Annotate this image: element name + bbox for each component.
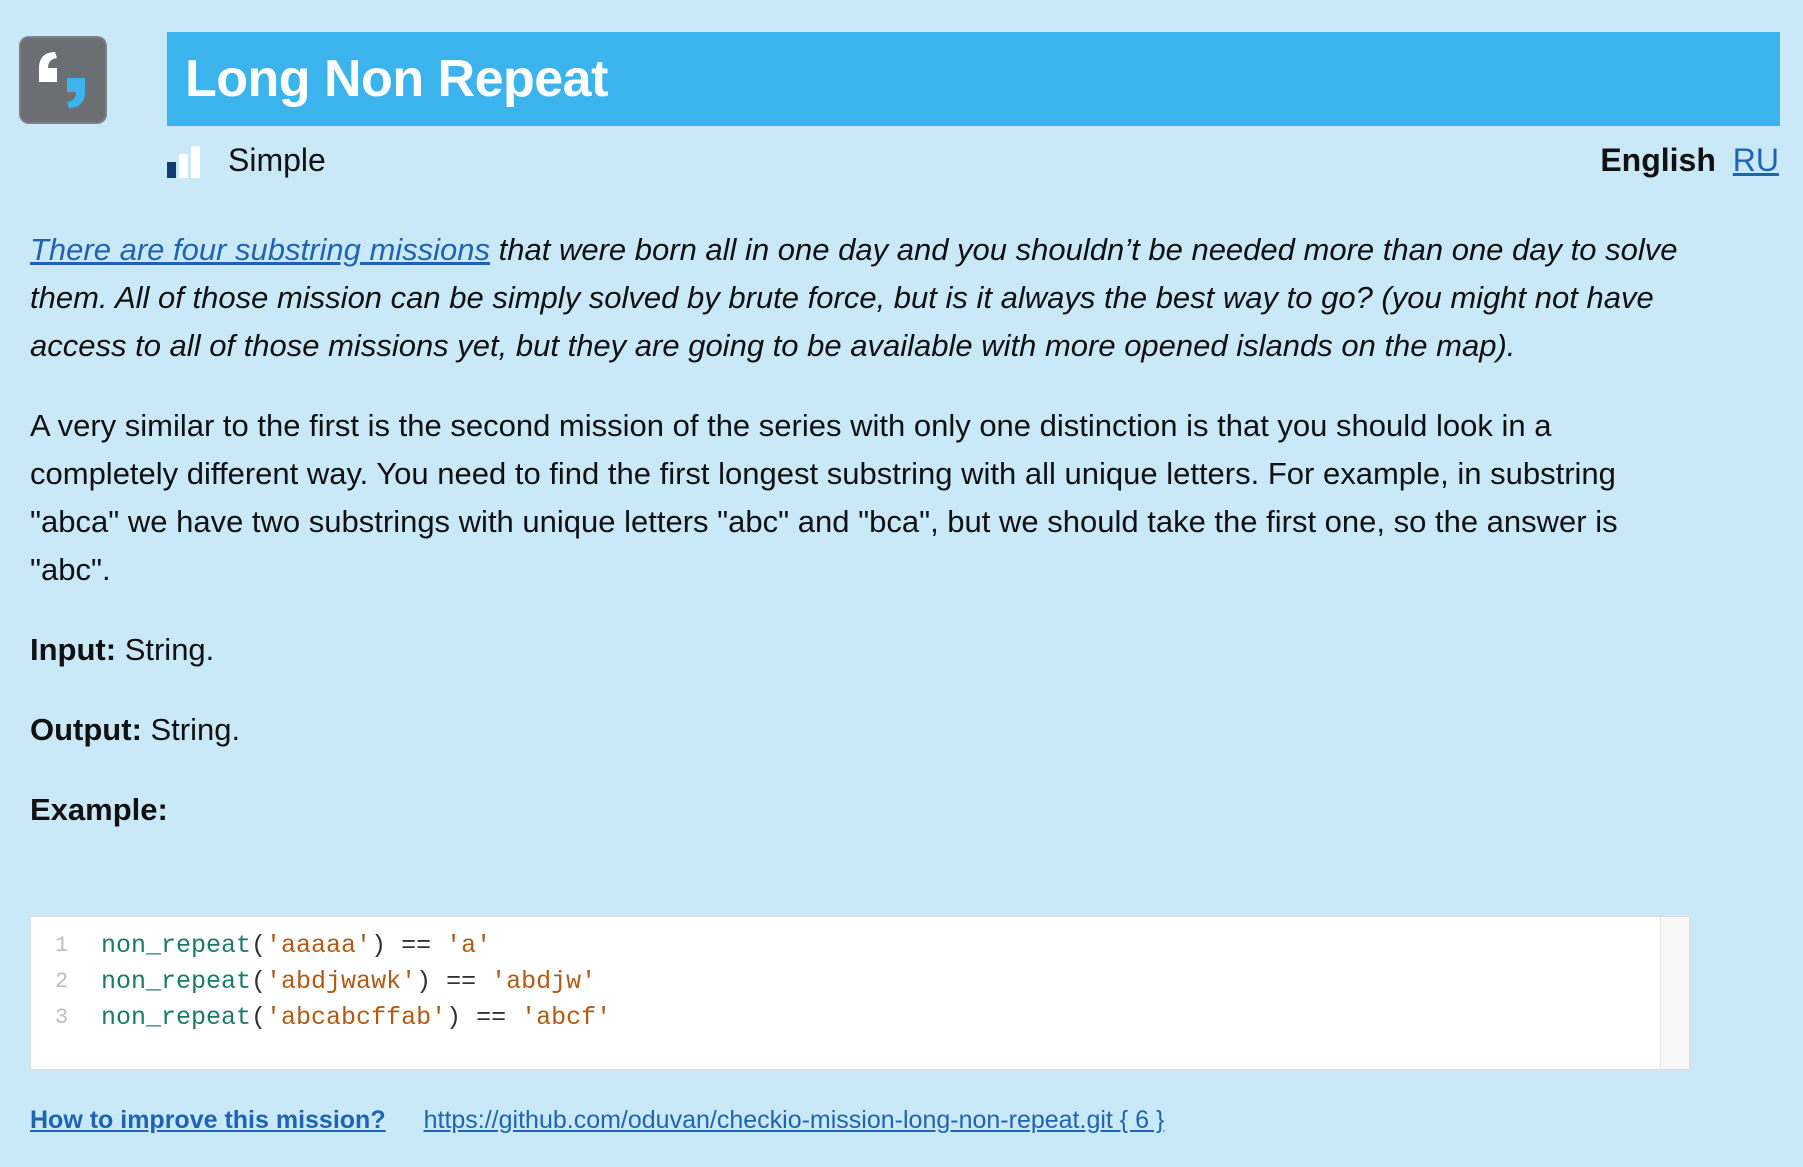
input-label: Input:: [30, 632, 117, 667]
code-function: non_repeat: [101, 930, 252, 960]
difficulty-indicator: Simple: [167, 142, 326, 179]
title-bar: Long Non Repeat: [167, 32, 1780, 126]
line-number: 3: [55, 1004, 69, 1030]
difficulty-bars-icon: [167, 144, 200, 178]
code-line: 2 non_repeat('abdjwawk') == 'abdjw': [31, 963, 1689, 999]
quote-logo-icon: [39, 52, 85, 108]
mission-description: There are four substring missions that w…: [30, 226, 1690, 866]
difficulty-label: Simple: [228, 142, 326, 178]
code-argument: 'abcabcffab': [266, 1002, 447, 1032]
difficulty-bar-3: [191, 145, 200, 178]
code-result: 'abcf': [521, 1002, 612, 1032]
code-paren: ): [446, 1002, 462, 1032]
language-switcher: English RU: [1600, 142, 1779, 179]
code-result: 'a': [446, 930, 492, 960]
code-example[interactable]: 1 non_repeat('aaaaa') == 'a' 2 non_repea…: [30, 916, 1690, 1070]
input-spec: Input: String.: [30, 626, 1690, 674]
language-current: English: [1600, 142, 1716, 178]
page-title: Long Non Repeat: [185, 50, 608, 108]
example-label: Example:: [30, 792, 168, 827]
code-function: non_repeat: [101, 966, 252, 996]
improve-mission-link[interactable]: How to improve this mission?: [30, 1106, 386, 1135]
code-paren: ): [416, 966, 432, 996]
substring-missions-link[interactable]: There are four substring missions: [30, 232, 490, 267]
code-paren: (: [251, 930, 267, 960]
code-operator: ==: [461, 1002, 522, 1032]
code-scrollbar[interactable]: [1660, 917, 1689, 1069]
example-heading: Example:: [30, 786, 1690, 834]
code-result: 'abdjw': [491, 966, 597, 996]
difficulty-bar-2: [179, 153, 188, 178]
code-line: 1 non_repeat('aaaaa') == 'a': [31, 927, 1689, 963]
code-operator: ==: [431, 966, 492, 996]
line-number: 2: [55, 968, 69, 994]
intro-paragraph: There are four substring missions that w…: [30, 226, 1690, 370]
input-value: String.: [116, 632, 215, 667]
code-line: 3 non_repeat('abcabcffab') == 'abcf': [31, 999, 1689, 1035]
github-repo-link[interactable]: https://github.com/oduvan/checkio-missio…: [424, 1106, 1165, 1135]
code-argument: 'aaaaa': [266, 930, 372, 960]
code-paren: (: [251, 1002, 267, 1032]
code-paren: (: [251, 966, 267, 996]
code-function: non_repeat: [101, 1002, 252, 1032]
output-spec: Output: String.: [30, 706, 1690, 754]
line-number: 1: [55, 932, 69, 958]
code-argument: 'abdjwawk': [266, 966, 417, 996]
output-label: Output:: [30, 712, 142, 747]
code-operator: ==: [386, 930, 447, 960]
language-ru-link[interactable]: RU: [1733, 142, 1779, 178]
description-paragraph: A very similar to the first is the secon…: [30, 408, 1618, 587]
difficulty-bar-1: [167, 161, 176, 178]
footer-links: How to improve this mission? https://git…: [30, 1106, 1164, 1135]
mission-logo-icon: [19, 36, 107, 124]
code-lines: 1 non_repeat('aaaaa') == 'a' 2 non_repea…: [31, 917, 1689, 1035]
output-value: String.: [141, 712, 241, 747]
code-paren: ): [371, 930, 387, 960]
